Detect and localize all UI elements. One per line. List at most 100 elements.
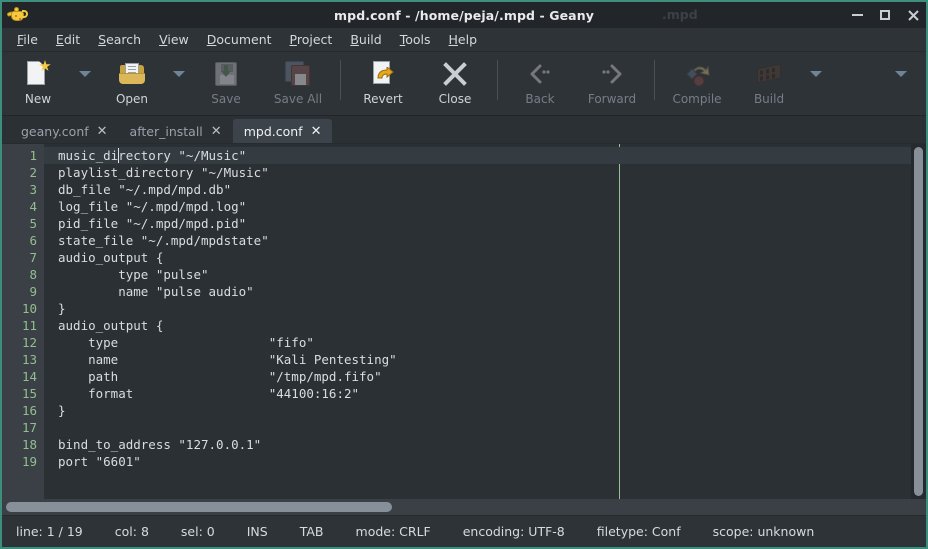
vertical-scrollbar-thumb[interactable]: [914, 147, 923, 496]
status-col: col: 8: [114, 524, 149, 539]
tab-mpd-conf[interactable]: mpd.conf ✕: [232, 119, 333, 143]
vertical-scrollbar[interactable]: [911, 144, 926, 499]
code-line[interactable]: audio_output {: [44, 317, 926, 334]
line-number: 14: [21, 369, 37, 384]
code-line[interactable]: }: [44, 300, 926, 317]
geany-lamp-icon: [6, 5, 29, 25]
brick-icon: [754, 59, 784, 89]
toolbar-overflow-arrow[interactable]: [890, 52, 912, 114]
chevron-down-icon: [895, 71, 907, 77]
tab-after-install[interactable]: after_install ✕: [119, 119, 233, 143]
menu-help[interactable]: Help: [440, 29, 487, 50]
code-line[interactable]: log_file "~/.mpd/mpd.log": [44, 198, 926, 215]
menu-view[interactable]: View: [150, 29, 198, 50]
menu-build[interactable]: Build: [341, 29, 390, 50]
status-bar: line: 1 / 19 col: 8 sel: 0 INS TAB mode:…: [2, 515, 926, 547]
open-folder-icon: [117, 59, 147, 89]
line-number: 7: [29, 250, 37, 265]
tab-close-icon[interactable]: ✕: [97, 125, 108, 138]
forward-button[interactable]: Forward: [576, 52, 648, 114]
build-button-label: Build: [753, 92, 785, 106]
forward-button-label: Forward: [587, 92, 637, 106]
line-number: 12: [21, 335, 37, 350]
line-number: 1: [29, 148, 37, 163]
save-all-button[interactable]: Save All: [262, 52, 334, 114]
save-all-button-label: Save All: [273, 92, 323, 106]
close-button[interactable]: Close: [419, 52, 491, 114]
window-title: mpd.conf - /home/peja/.mpd - Geany: [334, 7, 594, 23]
code-line[interactable]: path "/tmp/mpd.fifo": [44, 368, 926, 385]
build-button[interactable]: Build: [733, 52, 805, 114]
code-line[interactable]: audio_output {: [44, 249, 926, 266]
line-number: 2: [29, 165, 37, 180]
code-line[interactable]: bind_to_address "127.0.0.1": [44, 436, 926, 453]
code-line[interactable]: port "6601": [44, 453, 926, 470]
line-number: 17: [21, 420, 37, 435]
menu-search[interactable]: Search: [89, 29, 150, 50]
line-number: 15: [21, 386, 37, 401]
back-button[interactable]: Back: [504, 52, 576, 114]
line-number: 19: [21, 454, 37, 469]
close-x-icon: [440, 59, 470, 89]
text-caret: [118, 148, 120, 163]
minimize-icon[interactable]: [850, 8, 864, 22]
maximize-icon[interactable]: [878, 8, 892, 22]
code-line[interactable]: name "pulse audio": [44, 283, 926, 300]
line-number: 6: [29, 233, 37, 248]
new-dropdown-arrow[interactable]: [74, 52, 96, 114]
build-dropdown-arrow[interactable]: [805, 52, 827, 114]
code-line[interactable]: type "pulse": [44, 266, 926, 283]
code-line[interactable]: state_file "~/.mpd/mpdstate": [44, 232, 926, 249]
status-line-ending-mode: mode: CRLF: [355, 524, 431, 539]
code-line[interactable]: type "fifo": [44, 334, 926, 351]
code-line[interactable]: music_directory "~/Music": [44, 147, 926, 164]
menu-project[interactable]: Project: [281, 29, 342, 50]
code-text-area[interactable]: music_directory "~/Music" playlist_direct…: [44, 144, 926, 499]
menu-document[interactable]: Document: [198, 29, 281, 50]
line-number-gutter: 1 2 3 4 5 6 7 8 9 10 11 12 13 14 15 16 17 18 19: [2, 144, 44, 499]
save-icon: [211, 59, 241, 89]
compile-button[interactable]: Compile: [661, 52, 733, 114]
menu-edit[interactable]: Edit: [47, 29, 89, 50]
horizontal-scrollbar[interactable]: [2, 499, 926, 515]
toolbar-separator: [340, 60, 341, 100]
code-line[interactable]: playlist_directory "~/Music": [44, 164, 926, 181]
line-number: 9: [29, 284, 37, 299]
status-filetype: filetype: Conf: [596, 524, 681, 539]
revert-button-label: Revert: [363, 92, 403, 106]
save-button[interactable]: Save: [190, 52, 262, 114]
back-button-label: Back: [525, 92, 555, 106]
editor: 1 2 3 4 5 6 7 8 9 10 11 12 13 14 15 16 17 18 19 music_dire…: [2, 144, 926, 499]
close-button-label: Close: [438, 92, 472, 106]
new-document-icon: [23, 59, 53, 89]
close-icon[interactable]: [906, 8, 920, 22]
line-number: 8: [29, 267, 37, 282]
code-line[interactable]: pid_file "~/.mpd/mpd.pid": [44, 215, 926, 232]
revert-button[interactable]: Revert: [347, 52, 419, 114]
background-window-title: .mpd: [662, 7, 698, 22]
menu-bar: File Edit Search View Document Project B…: [2, 28, 926, 52]
tab-geany-conf[interactable]: geany.conf ✕: [10, 119, 119, 143]
toolbar: New Open Save Save All Revert Close Back…: [2, 52, 926, 116]
new-button[interactable]: New: [2, 52, 74, 114]
line-number: 11: [21, 318, 37, 333]
status-scope: scope: unknown: [712, 524, 815, 539]
menu-tools[interactable]: Tools: [391, 29, 440, 50]
code-line[interactable]: db_file "~/.mpd/mpd.db": [44, 181, 926, 198]
menu-file[interactable]: File: [8, 29, 47, 50]
open-dropdown-arrow[interactable]: [168, 52, 190, 114]
code-line[interactable]: name "Kali Pentesting": [44, 351, 926, 368]
title-bar: mpd.conf - /home/peja/.mpd - Geany .mpd: [2, 2, 926, 28]
code-line[interactable]: }: [44, 402, 926, 419]
code-line[interactable]: [44, 419, 926, 436]
line-number: 18: [21, 437, 37, 452]
tab-close-icon[interactable]: ✕: [311, 125, 322, 138]
horizontal-scrollbar-thumb[interactable]: [6, 502, 392, 512]
save-button-label: Save: [211, 92, 241, 106]
open-button[interactable]: Open: [96, 52, 168, 114]
status-sel: sel: 0: [180, 524, 215, 539]
tab-close-icon[interactable]: ✕: [211, 125, 222, 138]
status-overwrite-mode: INS: [246, 524, 268, 539]
geany-window: mpd.conf - /home/peja/.mpd - Geany .mpd …: [0, 0, 928, 549]
code-line[interactable]: format "44100:16:2": [44, 385, 926, 402]
